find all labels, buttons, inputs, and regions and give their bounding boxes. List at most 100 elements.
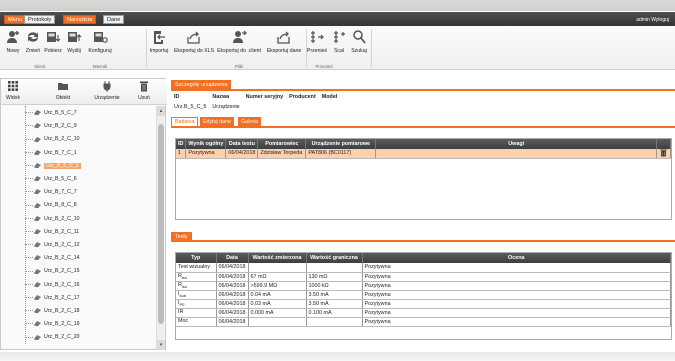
nowy-button[interactable]: Nowy xyxy=(4,29,22,59)
details-value-numer xyxy=(243,102,286,112)
tree-item[interactable]: Urz_B_2_C_20 xyxy=(25,332,79,343)
meter-settings-icon xyxy=(94,32,108,43)
export-data-icon xyxy=(277,31,290,44)
col-pomiarowiec[interactable]: Pomiarowiec xyxy=(257,139,307,149)
urzadzenie-button[interactable]: Urządzenie xyxy=(92,80,122,101)
table-row[interactable]: IR 06/04/2018 0.000 mA 0.100 mA Pozytywna xyxy=(176,308,671,318)
tree-item[interactable]: Urz_B_2_C_14 xyxy=(25,253,79,264)
tree-item[interactable]: Urz_B_7_C_7 xyxy=(25,187,77,198)
tree-branch xyxy=(25,191,33,193)
pobierz-button[interactable]: Pobierz xyxy=(42,29,64,59)
tree-item[interactable]: Urz_B_2_C_11 xyxy=(25,227,79,238)
testy-header-line xyxy=(171,240,675,242)
menu-tab-narzedzia[interactable]: Narzędzia xyxy=(63,15,97,24)
tree-item[interactable]: Urz_B_5_C_7 xyxy=(25,108,77,119)
szukaj-button[interactable]: Szukaj xyxy=(350,29,368,59)
device-icon xyxy=(33,334,41,340)
col-wartosc-graniczna[interactable]: Wartość graniczna xyxy=(306,253,363,263)
table-row[interactable]: IPE 06/04/2018 0.03 mA 3.50 mA Pozytywna xyxy=(176,299,671,309)
scroll-up-arrow[interactable]: ▴ xyxy=(157,106,165,116)
tree-item[interactable]: Urz_B_7_C_1 xyxy=(25,148,77,159)
tree-branch xyxy=(25,244,33,246)
tree-item[interactable]: Urz_B_2_C_19 xyxy=(25,319,79,330)
importuj-button[interactable]: Importuj xyxy=(147,29,171,59)
tree-item[interactable]: Urz_B_2_C_10 xyxy=(25,214,79,225)
cell-id: 1 xyxy=(176,149,187,159)
col-data-testu[interactable]: Data testu xyxy=(225,139,259,149)
menu-tab-menu[interactable]: Menu xyxy=(4,15,26,24)
tree-item-label: Urz_B_2_C_17 xyxy=(44,294,80,301)
eksport-xls-button[interactable]: Eksportuj do XLS xyxy=(173,29,215,59)
add-user-icon xyxy=(7,31,19,43)
device-details-table: ID Nazwa Numer seryjny Producent Model U… xyxy=(171,92,340,112)
scroll-thumb[interactable] xyxy=(158,124,164,324)
wyslij-button[interactable]: Wyślij xyxy=(64,29,84,59)
tree-branch xyxy=(25,310,33,312)
eksport-client-button[interactable]: Eksportuj do .client xyxy=(216,29,262,59)
col-ocena[interactable]: Ocena xyxy=(362,253,671,263)
eksport-dane-button[interactable]: Eksportuj dane xyxy=(264,29,304,59)
cell-graniczna: 0.100 mA xyxy=(306,308,363,318)
table-row[interactable]: 1 Pozytywna 06/04/2018 Zdzisław Torpeda … xyxy=(176,149,671,159)
col-urzadzenie-pomiarowe[interactable]: Urządzenie pomiarowe xyxy=(305,139,377,149)
group-label-pliki: Pliki xyxy=(234,64,244,69)
table-row[interactable]: Riso 06/04/2018 >599.9 MΩ 1000 kΩ Pozytywna xyxy=(176,281,671,291)
menu-tab-dane[interactable]: Dane xyxy=(103,15,125,24)
device-icon xyxy=(33,255,41,261)
col-typ[interactable]: Typ xyxy=(176,253,217,263)
col-id[interactable]: ID xyxy=(176,139,187,149)
cell-graniczna: 1000 kΩ xyxy=(306,281,363,291)
tree-item[interactable]: Urz_B_8_C_8 xyxy=(25,200,77,211)
table-row[interactable]: Moc 06/04/2018 Pozytywna xyxy=(176,317,671,327)
cell-data: 06/04/2018 xyxy=(216,263,249,273)
details-value-id: Urz.B_5_C_5 xyxy=(174,104,207,110)
badania-table: ID Wynik ogólny Data testu Pomiarowiec U… xyxy=(176,139,671,159)
scal-button[interactable]: Scal xyxy=(330,29,348,59)
cell-graniczna: 3.50 mA xyxy=(306,299,363,309)
tree-item[interactable]: Urz_B_2_C_16 xyxy=(25,280,79,291)
tree-item[interactable]: Urz_B_5_C_6 xyxy=(25,174,77,185)
device-icon xyxy=(33,149,41,156)
menu-tab-protokoly[interactable]: Protokoły xyxy=(24,15,56,24)
col-wartosc-zmierzona[interactable]: Wartość zmierzona xyxy=(248,253,307,263)
cell-typ: Riso xyxy=(176,281,217,291)
tree-scrollbar[interactable]: ▴ ▾ xyxy=(156,106,165,350)
tree-item-label: Urz_B_8_C_8 xyxy=(44,202,77,209)
tree-item-label: Urz_B_7_C_1 xyxy=(44,149,77,156)
table-row[interactable]: Isub 06/04/2018 0.04 mA 3.50 mA Pozytywna xyxy=(176,290,671,300)
col-data[interactable]: Data xyxy=(216,253,249,263)
delete-row-button[interactable] xyxy=(656,149,671,159)
device-tree-panel: Widok Obiekt Urządzenie Usuń Urz_B_5_C_7… xyxy=(0,78,167,350)
device-icon xyxy=(33,294,41,301)
tree-item[interactable]: Urz_B_2_C_17 xyxy=(25,293,79,304)
tree-item[interactable]: Urz_B_2_C_12 xyxy=(25,240,79,251)
widok-button[interactable]: Widok xyxy=(4,80,22,101)
scroll-down-arrow[interactable]: ▾ xyxy=(157,340,165,350)
cell-zmierzona: 0.04 mA xyxy=(248,290,307,300)
cell-pomiarowiec: Zdzisław Torpeda xyxy=(257,149,307,159)
table-row[interactable]: Test wizualny 06/04/2018 Pozytywna xyxy=(176,263,671,273)
col-uwagi[interactable]: Uwagi xyxy=(375,139,657,149)
tree-branch xyxy=(25,125,33,127)
konfiguruj-button[interactable]: Konfiguruj xyxy=(86,29,114,59)
device-icon xyxy=(33,281,41,288)
tree-item[interactable]: Urz_B_2_C_15 xyxy=(25,266,79,277)
tree-branch xyxy=(25,257,33,259)
usun-button[interactable]: Usuń xyxy=(136,80,152,101)
logout-link[interactable]: Wyloguj xyxy=(651,17,669,23)
obiekt-button[interactable]: Obiekt xyxy=(53,80,73,101)
tree-item[interactable]: Urz_B_5_C_5 xyxy=(25,161,81,172)
col-wynik[interactable]: Wynik ogólny xyxy=(185,139,227,149)
cell-graniczna: 3.50 mA xyxy=(306,290,363,300)
tree-item[interactable]: Urz_B_2_C_18 xyxy=(25,306,79,317)
przenies-button[interactable]: Przenieś xyxy=(306,29,328,59)
tree-branch xyxy=(25,283,33,285)
cell-zmierzona xyxy=(248,263,307,273)
main-menubar: Menu Protokoły Narzędzia Dane admin Wylo… xyxy=(0,12,675,26)
zmien-button[interactable]: Zmień xyxy=(24,29,42,59)
tree-item[interactable]: Urz_B_2_C_9 xyxy=(25,121,77,132)
tree-branch xyxy=(25,112,33,114)
table-row[interactable]: Riso 06/04/2018 67 mΩ 130 mΩ Pozytywna xyxy=(176,272,671,282)
details-col-id: ID xyxy=(174,94,180,100)
tree-item[interactable]: Urz_B_2_C_10 xyxy=(25,134,79,145)
